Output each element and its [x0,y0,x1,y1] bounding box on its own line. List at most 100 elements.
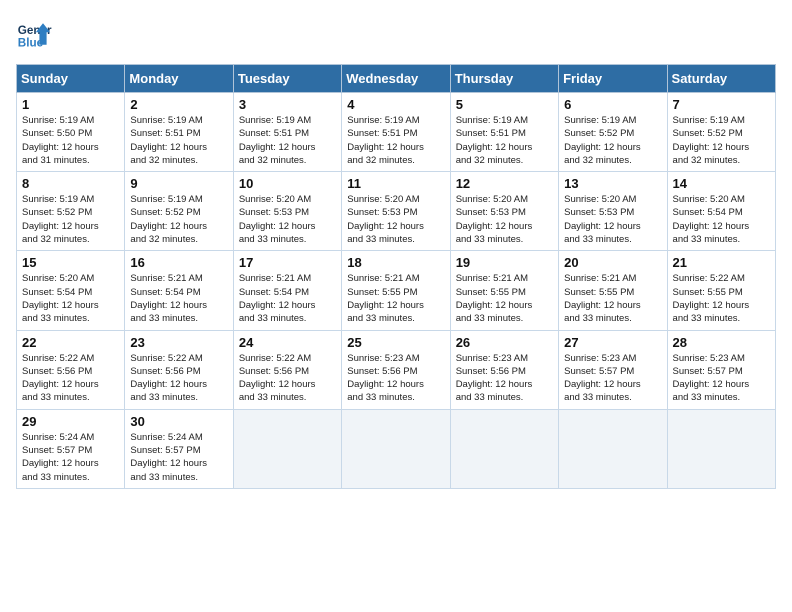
day-cell: 11 Sunrise: 5:20 AMSunset: 5:53 PMDayligh… [342,172,450,251]
day-cell: 21 Sunrise: 5:22 AMSunset: 5:55 PMDayligh… [667,251,775,330]
day-detail: Sunrise: 5:20 AMSunset: 5:54 PMDaylight:… [673,193,770,246]
day-cell: 29 Sunrise: 5:24 AMSunset: 5:57 PMDayligh… [17,409,125,488]
day-cell: 3 Sunrise: 5:19 AMSunset: 5:51 PMDaylight… [233,93,341,172]
day-cell: 7 Sunrise: 5:19 AMSunset: 5:52 PMDaylight… [667,93,775,172]
day-number: 13 [564,176,661,191]
day-cell: 20 Sunrise: 5:21 AMSunset: 5:55 PMDayligh… [559,251,667,330]
day-detail: Sunrise: 5:20 AMSunset: 5:53 PMDaylight:… [564,193,661,246]
day-detail: Sunrise: 5:20 AMSunset: 5:53 PMDaylight:… [456,193,553,246]
day-detail: Sunrise: 5:21 AMSunset: 5:55 PMDaylight:… [564,272,661,325]
day-cell: 17 Sunrise: 5:21 AMSunset: 5:54 PMDayligh… [233,251,341,330]
day-cell: 4 Sunrise: 5:19 AMSunset: 5:51 PMDaylight… [342,93,450,172]
day-number: 2 [130,97,227,112]
day-number: 11 [347,176,444,191]
day-cell: 27 Sunrise: 5:23 AMSunset: 5:57 PMDayligh… [559,330,667,409]
day-detail: Sunrise: 5:20 AMSunset: 5:53 PMDaylight:… [239,193,336,246]
logo: General Blue [16,16,52,52]
day-detail: Sunrise: 5:22 AMSunset: 5:56 PMDaylight:… [239,352,336,405]
day-detail: Sunrise: 5:22 AMSunset: 5:55 PMDaylight:… [673,272,770,325]
day-detail: Sunrise: 5:22 AMSunset: 5:56 PMDaylight:… [130,352,227,405]
day-detail: Sunrise: 5:24 AMSunset: 5:57 PMDaylight:… [130,431,227,484]
day-number: 7 [673,97,770,112]
week-row-5: 29 Sunrise: 5:24 AMSunset: 5:57 PMDayligh… [17,409,776,488]
day-detail: Sunrise: 5:19 AMSunset: 5:52 PMDaylight:… [22,193,119,246]
day-detail: Sunrise: 5:22 AMSunset: 5:56 PMDaylight:… [22,352,119,405]
day-cell: 30 Sunrise: 5:24 AMSunset: 5:57 PMDayligh… [125,409,233,488]
day-number: 28 [673,335,770,350]
header-cell-friday: Friday [559,65,667,93]
day-number: 24 [239,335,336,350]
calendar-header: SundayMondayTuesdayWednesdayThursdayFrid… [17,65,776,93]
day-cell: 24 Sunrise: 5:22 AMSunset: 5:56 PMDayligh… [233,330,341,409]
day-number: 16 [130,255,227,270]
header-cell-wednesday: Wednesday [342,65,450,93]
week-row-1: 1 Sunrise: 5:19 AMSunset: 5:50 PMDaylight… [17,93,776,172]
header-row: SundayMondayTuesdayWednesdayThursdayFrid… [17,65,776,93]
day-detail: Sunrise: 5:21 AMSunset: 5:55 PMDaylight:… [347,272,444,325]
week-row-2: 8 Sunrise: 5:19 AMSunset: 5:52 PMDaylight… [17,172,776,251]
day-number: 4 [347,97,444,112]
day-detail: Sunrise: 5:19 AMSunset: 5:51 PMDaylight:… [347,114,444,167]
day-cell: 13 Sunrise: 5:20 AMSunset: 5:53 PMDayligh… [559,172,667,251]
day-detail: Sunrise: 5:19 AMSunset: 5:52 PMDaylight:… [673,114,770,167]
day-detail: Sunrise: 5:19 AMSunset: 5:52 PMDaylight:… [564,114,661,167]
day-detail: Sunrise: 5:19 AMSunset: 5:51 PMDaylight:… [456,114,553,167]
day-cell: 22 Sunrise: 5:22 AMSunset: 5:56 PMDayligh… [17,330,125,409]
day-number: 27 [564,335,661,350]
day-number: 6 [564,97,661,112]
day-number: 26 [456,335,553,350]
day-detail: Sunrise: 5:19 AMSunset: 5:51 PMDaylight:… [130,114,227,167]
day-cell: 5 Sunrise: 5:19 AMSunset: 5:51 PMDaylight… [450,93,558,172]
day-cell: 23 Sunrise: 5:22 AMSunset: 5:56 PMDayligh… [125,330,233,409]
day-cell: 14 Sunrise: 5:20 AMSunset: 5:54 PMDayligh… [667,172,775,251]
day-number: 21 [673,255,770,270]
week-row-4: 22 Sunrise: 5:22 AMSunset: 5:56 PMDayligh… [17,330,776,409]
day-number: 30 [130,414,227,429]
day-cell: 18 Sunrise: 5:21 AMSunset: 5:55 PMDayligh… [342,251,450,330]
day-number: 17 [239,255,336,270]
day-detail: Sunrise: 5:23 AMSunset: 5:56 PMDaylight:… [347,352,444,405]
day-number: 3 [239,97,336,112]
day-cell: 26 Sunrise: 5:23 AMSunset: 5:56 PMDayligh… [450,330,558,409]
day-detail: Sunrise: 5:23 AMSunset: 5:57 PMDaylight:… [564,352,661,405]
day-detail: Sunrise: 5:21 AMSunset: 5:54 PMDaylight:… [239,272,336,325]
day-cell: 25 Sunrise: 5:23 AMSunset: 5:56 PMDayligh… [342,330,450,409]
day-cell [342,409,450,488]
day-cell: 16Sunrise: 5:21 AMSunset: 5:54 PMDayligh… [125,251,233,330]
day-cell [450,409,558,488]
header-cell-monday: Monday [125,65,233,93]
day-number: 12 [456,176,553,191]
day-number: 5 [456,97,553,112]
day-number: 20 [564,255,661,270]
day-cell: 6 Sunrise: 5:19 AMSunset: 5:52 PMDaylight… [559,93,667,172]
day-detail: Sunrise: 5:20 AMSunset: 5:53 PMDaylight:… [347,193,444,246]
day-cell [233,409,341,488]
day-cell: 10 Sunrise: 5:20 AMSunset: 5:53 PMDayligh… [233,172,341,251]
logo-icon: General Blue [16,16,52,52]
day-number: 22 [22,335,119,350]
day-cell: 8 Sunrise: 5:19 AMSunset: 5:52 PMDaylight… [17,172,125,251]
day-number: 8 [22,176,119,191]
day-number: 29 [22,414,119,429]
day-number: 1 [22,97,119,112]
header-cell-sunday: Sunday [17,65,125,93]
day-detail: Sunrise: 5:19 AMSunset: 5:50 PMDaylight:… [22,114,119,167]
day-number: 10 [239,176,336,191]
day-cell: 1 Sunrise: 5:19 AMSunset: 5:50 PMDaylight… [17,93,125,172]
day-number: 9 [130,176,227,191]
day-cell [667,409,775,488]
day-number: 14 [673,176,770,191]
day-detail: Sunrise: 5:19 AMSunset: 5:51 PMDaylight:… [239,114,336,167]
day-detail: Sunrise: 5:24 AMSunset: 5:57 PMDaylight:… [22,431,119,484]
day-number: 23 [130,335,227,350]
header-cell-saturday: Saturday [667,65,775,93]
day-cell: 12 Sunrise: 5:20 AMSunset: 5:53 PMDayligh… [450,172,558,251]
page-header: General Blue [16,16,776,52]
header-cell-thursday: Thursday [450,65,558,93]
day-number: 25 [347,335,444,350]
day-detail: Sunrise: 5:23 AMSunset: 5:57 PMDaylight:… [673,352,770,405]
day-cell: 2 Sunrise: 5:19 AMSunset: 5:51 PMDaylight… [125,93,233,172]
week-row-3: 15Sunrise: 5:20 AMSunset: 5:54 PMDayligh… [17,251,776,330]
day-detail: Sunrise: 5:23 AMSunset: 5:56 PMDaylight:… [456,352,553,405]
day-number: 18 [347,255,444,270]
